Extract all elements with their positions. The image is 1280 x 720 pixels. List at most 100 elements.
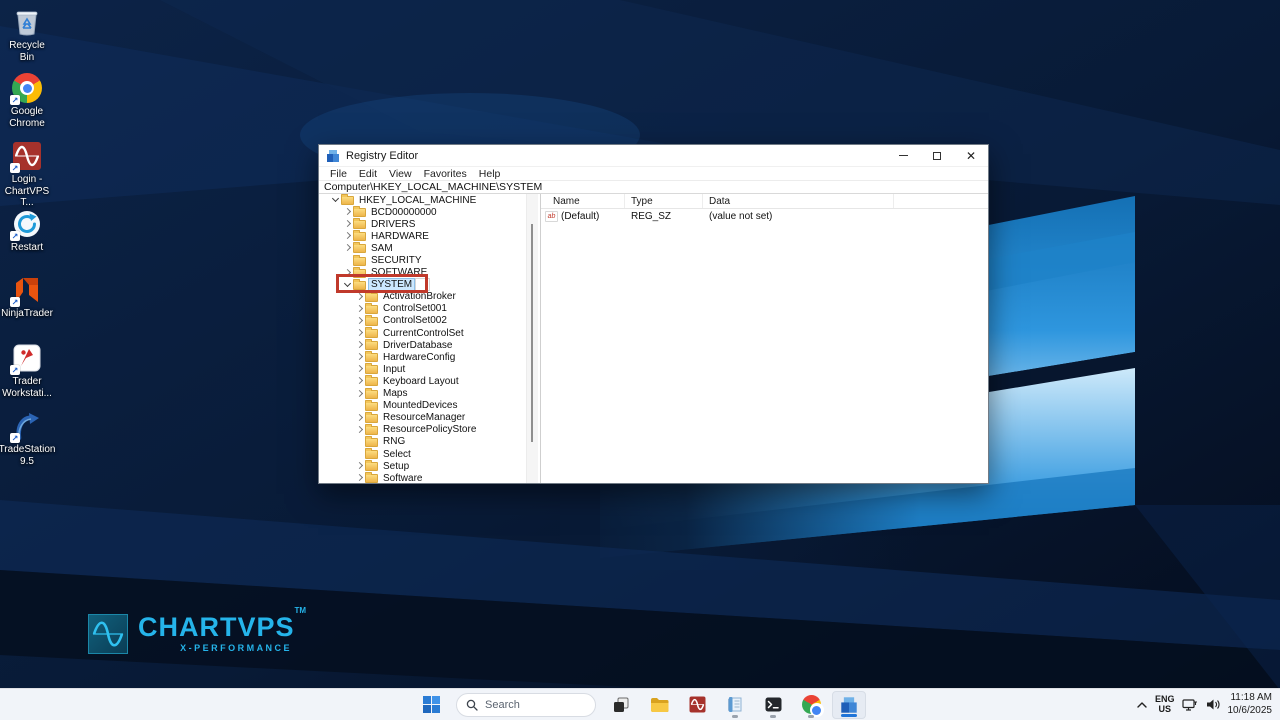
column-header-name[interactable]: Name (541, 194, 625, 208)
tree-item[interactable]: ControlSet001 (319, 302, 526, 315)
tree-item[interactable]: BCD00000000 (319, 206, 526, 218)
folder-icon (353, 242, 366, 254)
chevron-down-icon[interactable] (331, 196, 340, 205)
tree-item[interactable]: DriverDatabase (319, 339, 526, 351)
tree-item-label: SECURITY (371, 255, 422, 267)
icon-label: Google (10, 106, 44, 117)
tree-item-label: ResourcePolicyStore (383, 424, 477, 436)
tree-scrollbar-thumb[interactable] (531, 224, 533, 442)
chevron-right-icon[interactable] (355, 389, 364, 398)
list-rows: ab (Default) REG_SZ (value not set) (541, 209, 988, 224)
taskbar-task-view-button[interactable] (604, 691, 638, 719)
address-path: Computer\HKEY_LOCAL_MACHINE\SYSTEM (324, 181, 543, 193)
window-titlebar[interactable]: Registry Editor ✕ (319, 145, 988, 167)
chevron-right-icon[interactable] (355, 377, 364, 386)
tree-item[interactable]: ResourcePolicyStore (319, 423, 526, 436)
tree-item[interactable]: Software (319, 472, 526, 483)
taskbar-chrome-button[interactable] (794, 691, 828, 719)
column-header-data[interactable]: Data (703, 194, 894, 208)
chevron-right-icon[interactable] (343, 244, 352, 253)
chevron-right-icon[interactable] (355, 304, 364, 313)
start-button[interactable] (414, 691, 448, 719)
menu-item[interactable]: File (324, 168, 353, 180)
trader-workstation-icon: ↗ (10, 342, 43, 375)
tree-item[interactable]: Select (319, 448, 526, 460)
menu-item[interactable]: View (383, 168, 418, 180)
folder-icon (365, 351, 378, 363)
registry-editor-app-icon (327, 149, 339, 162)
menu-item[interactable]: Help (473, 168, 507, 180)
menu-item[interactable]: Edit (353, 168, 383, 180)
chevron-right-icon[interactable] (355, 292, 364, 301)
tree-item-label: Keyboard Layout (383, 375, 459, 387)
language-indicator[interactable]: ENG US (1155, 694, 1175, 715)
tree-item[interactable]: SECURITY (319, 254, 526, 266)
search-box[interactable]: Search (456, 692, 596, 717)
desktop-icon-login-chartvps[interactable]: ↗ Login - ChartVPS T... (1, 140, 53, 209)
desktop-icon-tradestation[interactable]: ↗ TradeStation 9.5 (0, 410, 55, 467)
value-row[interactable]: ab (Default) REG_SZ (value not set) (541, 209, 988, 224)
tree-item[interactable]: RNG (319, 435, 526, 448)
address-bar[interactable]: Computer\HKEY_LOCAL_MACHINE\SYSTEM (319, 181, 988, 194)
desktop-icon-ninjatrader[interactable]: ↗ NinjaTrader (1, 274, 53, 320)
clock[interactable]: 11:18 AM 10/6/2025 (1228, 692, 1277, 717)
desktop-icon-google-chrome[interactable]: ↗ Google Chrome (1, 72, 53, 129)
chevron-right-icon[interactable] (343, 220, 352, 229)
tree-item[interactable]: DRIVERS (319, 218, 526, 230)
tree-item[interactable]: ControlSet002 (319, 314, 526, 327)
tree-item[interactable]: SAM (319, 242, 526, 254)
tree-scrollbar[interactable] (526, 194, 538, 483)
taskbar-notepad-button[interactable] (718, 691, 752, 719)
taskbar-chartvps-button[interactable] (680, 691, 714, 719)
search-icon (466, 699, 478, 711)
tree-item[interactable]: Maps (319, 387, 526, 400)
tree-item-label: DRIVERS (371, 218, 416, 230)
tree-item-label: MountedDevices (383, 400, 458, 412)
tree-item[interactable]: Keyboard Layout (319, 375, 526, 387)
registry-tree: HKEY_LOCAL_MACHINE BCD00000000 DRIVERS H… (319, 194, 526, 483)
chevron-right-icon[interactable] (343, 208, 352, 217)
tree-item-label: HardwareConfig (383, 351, 456, 363)
chevron-right-icon[interactable] (355, 353, 364, 362)
tree-item[interactable]: MountedDevices (319, 399, 526, 412)
tree-item[interactable]: HardwareConfig (319, 351, 526, 363)
shortcut-arrow-icon: ↗ (10, 95, 20, 105)
tree-item[interactable]: Input (319, 363, 526, 375)
tree-item[interactable]: Setup (319, 460, 526, 472)
taskbar-registry-editor-button[interactable] (832, 690, 866, 719)
chevron-right-icon[interactable] (355, 341, 364, 350)
chevron-right-icon[interactable] (355, 365, 364, 374)
chevron-right-icon[interactable] (355, 413, 364, 422)
folder-icon (353, 218, 366, 230)
chevron-right-icon[interactable] (355, 474, 364, 483)
column-header-type[interactable]: Type (625, 194, 703, 208)
volume-icon[interactable] (1206, 698, 1221, 711)
desktop-icon-restart[interactable]: ↗ Restart (1, 208, 53, 254)
desktop-icon-trader-workstation[interactable]: ↗ Trader Workstati... (1, 342, 53, 399)
chevron-right-icon[interactable] (355, 462, 364, 471)
registry-editor-window: Registry Editor ✕ File Edit View Favorites H… (318, 144, 989, 484)
chartvps-logo-icon (88, 614, 128, 654)
folder-icon (365, 435, 378, 447)
taskbar-terminal-button[interactable] (756, 691, 790, 719)
icon-label: 9.5 (20, 455, 34, 467)
tree-item-label: HARDWARE (371, 230, 429, 242)
desktop-icon-recycle-bin[interactable]: Recycle Bin (1, 6, 53, 63)
close-button[interactable]: ✕ (954, 145, 988, 166)
chevron-right-icon[interactable] (343, 232, 352, 241)
tree-item-label: HKEY_LOCAL_MACHINE (359, 194, 477, 206)
chevron-right-icon[interactable] (355, 329, 364, 338)
tree-item[interactable]: ResourceManager (319, 411, 526, 424)
chevron-right-icon[interactable] (355, 425, 364, 434)
tree-item[interactable]: HARDWARE (319, 230, 526, 242)
tree-item[interactable]: CurrentControlSet (319, 327, 526, 339)
value-data-cell: (value not set) (709, 211, 773, 222)
maximize-button[interactable] (920, 145, 954, 166)
chevron-right-icon[interactable] (355, 316, 364, 325)
tray-show-hidden-icons-chevron[interactable] (1136, 701, 1148, 709)
minimize-button[interactable] (886, 145, 920, 166)
tree-item[interactable]: HKEY_LOCAL_MACHINE (319, 194, 526, 206)
menu-item[interactable]: Favorites (418, 168, 473, 180)
taskbar-file-explorer-button[interactable] (642, 691, 676, 719)
network-icon[interactable] (1181, 698, 1199, 712)
